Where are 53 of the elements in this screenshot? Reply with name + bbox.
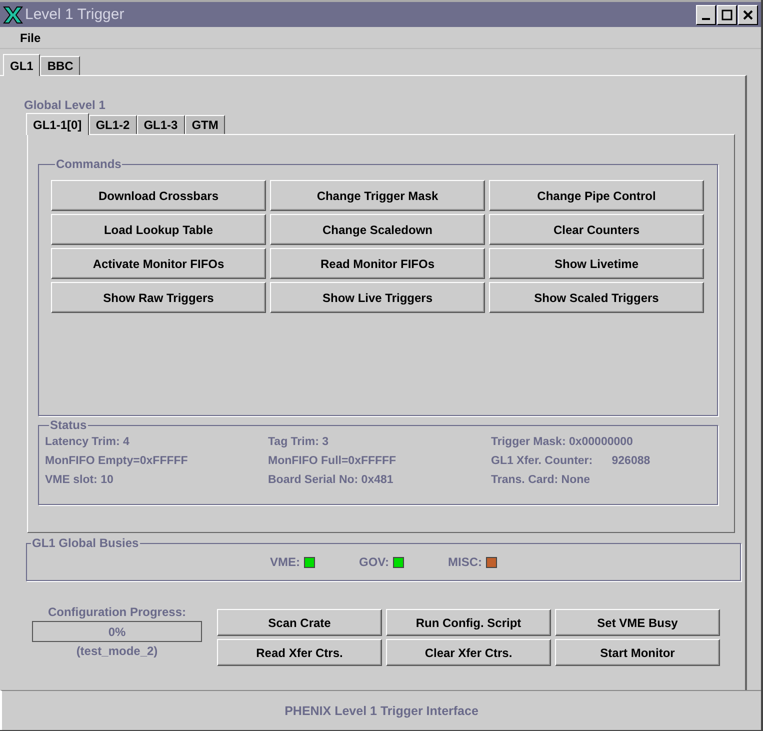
tab[interactable]: GL1-2 xyxy=(88,115,137,134)
command-button[interactable]: Download Crossbars xyxy=(51,180,266,211)
progress-reading: 0% xyxy=(108,624,126,638)
status-field: Tag Trim: 3 xyxy=(268,436,491,448)
action-button[interactable]: Clear Xfer Ctrs. xyxy=(386,639,551,666)
maximize-button[interactable] xyxy=(717,4,737,24)
command-button[interactable]: Activate Monitor FIFOs xyxy=(51,248,266,279)
command-button[interactable]: Show Live Triggers xyxy=(270,282,485,313)
tab[interactable]: GL1-3 xyxy=(136,115,185,134)
status-field: Board Serial No: 0x481 xyxy=(268,474,491,486)
tab[interactable]: GL1-1[0] xyxy=(26,113,89,135)
command-button[interactable]: Show Scaled Triggers xyxy=(489,282,704,313)
action-button[interactable]: Read Xfer Ctrs. xyxy=(217,639,382,666)
status-bar: PHENIX Level 1 Trigger Interface xyxy=(0,690,761,730)
minimize-icon xyxy=(702,18,710,20)
tab[interactable]: GTM xyxy=(184,115,226,134)
status-field: VME slot: 10 xyxy=(45,474,268,486)
command-button[interactable]: Clear Counters xyxy=(489,214,704,245)
status-field: GL1 Xfer. Counter: 926088 xyxy=(491,455,711,467)
group-title: Status xyxy=(49,418,88,432)
command-button[interactable]: Read Monitor FIFOs xyxy=(270,248,485,279)
busy-label: GOV: xyxy=(358,555,389,569)
action-button[interactable]: Run Config. Script xyxy=(386,609,551,636)
status-field: Latency Trim: 4 xyxy=(45,436,268,448)
tab[interactable]: GL1 xyxy=(3,54,40,76)
close-button[interactable] xyxy=(738,4,758,24)
tab[interactable]: BBC xyxy=(40,56,80,75)
command-button[interactable]: Change Pipe Control xyxy=(489,180,704,211)
x-logo-icon xyxy=(3,6,23,24)
command-button[interactable]: Show Livetime xyxy=(489,248,704,279)
group-title: GL1 Global Busies xyxy=(31,536,140,550)
busy-label: VME: xyxy=(270,555,300,569)
close-icon xyxy=(742,8,754,20)
command-button[interactable]: Change Trigger Mask xyxy=(270,180,485,211)
action-button[interactable]: Start Monitor xyxy=(555,639,720,666)
status-field: Trigger Mask: 0x00000000 xyxy=(491,436,711,448)
action-button[interactable]: Set VME Busy xyxy=(555,609,720,636)
command-button[interactable]: Change Scaledown xyxy=(270,214,485,245)
window-title: Level 1 Trigger xyxy=(25,6,126,23)
group-title: Commands xyxy=(55,157,122,171)
status-field: MonFIFO Full=0xFFFFF xyxy=(268,455,491,467)
maximize-icon xyxy=(721,8,733,20)
minimize-button[interactable] xyxy=(696,4,716,24)
status-field: Trans. Card: None xyxy=(491,474,711,486)
section-title: Global Level 1 xyxy=(24,98,106,112)
command-button[interactable]: Show Raw Triggers xyxy=(51,282,266,313)
status-field: MonFIFO Empty=0xFFFFF xyxy=(45,455,268,467)
action-button[interactable]: Scan Crate xyxy=(217,609,382,636)
menu-item[interactable]: File xyxy=(20,30,41,44)
command-button[interactable]: Load Lookup Table xyxy=(51,214,266,245)
busy-label: MISC: xyxy=(448,555,482,569)
mode-label: (test_mode_2) xyxy=(76,644,158,658)
progress-label: Configuration Progress: xyxy=(48,605,186,619)
